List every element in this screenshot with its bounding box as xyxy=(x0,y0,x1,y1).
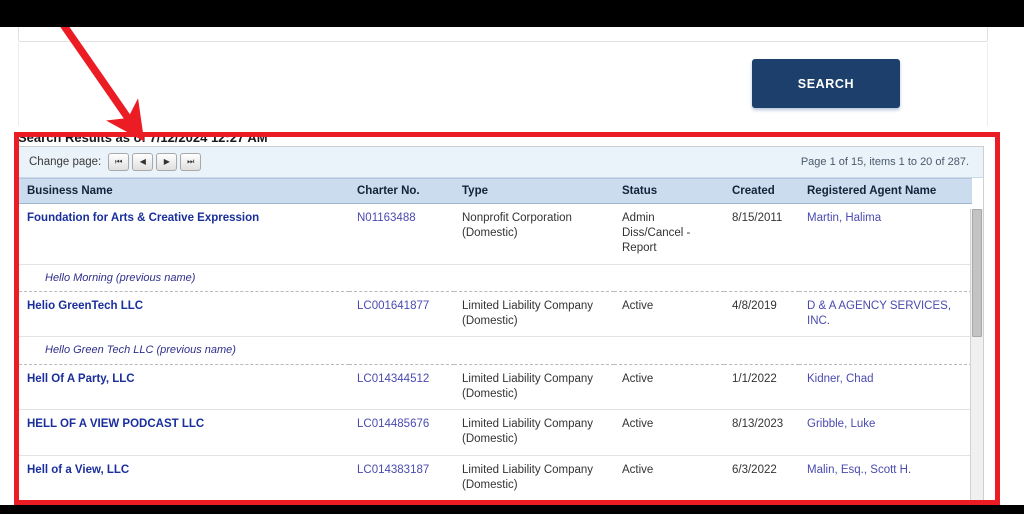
pagination-status: Page 1 of 15, items 1 to 20 of 287. xyxy=(800,156,969,168)
cell-charter-no: LC014383187 xyxy=(349,455,454,501)
scrollbar-thumb[interactable] xyxy=(972,209,982,337)
cell-type: Limited Liability Company (Domestic) xyxy=(454,291,614,338)
cell-type: Nonprofit Corporation (Domestic) xyxy=(454,203,614,265)
change-page-label: Change page: xyxy=(29,156,102,168)
results-table-scroll-area: Business Name Charter No. Type Status Cr… xyxy=(19,178,983,507)
cell-registered-agent: Gribble, Luke xyxy=(799,409,972,456)
search-results-heading: Search Results as of 7/12/2024 12:27 AM xyxy=(18,130,268,145)
cell-created: 6/3/2022 xyxy=(724,455,799,501)
previous-name-row: Hello Green Tech LLC (previous name) xyxy=(19,336,972,365)
cell-business-name: Foundation for Arts & Creative Expressio… xyxy=(19,203,349,265)
cell-registered-agent-link[interactable]: Malin, Esq., Scott H. xyxy=(807,464,911,476)
previous-name-text: Hello Green Tech LLC (previous name) xyxy=(19,336,972,365)
cell-business-name: Hell of a View, LLC xyxy=(19,455,349,501)
cell-registered-agent-link[interactable]: Martin, Halima xyxy=(807,212,881,224)
cell-registered-agent: Malin, Esq., Scott H. xyxy=(799,455,972,501)
column-header-business-name[interactable]: Business Name xyxy=(19,178,349,204)
cell-registered-agent-link[interactable]: Kidner, Chad xyxy=(807,373,874,385)
cell-business-name-link[interactable]: HELL OF A VIEW PODCAST LLC xyxy=(27,418,204,430)
cell-charter-no-link[interactable]: LC014383187 xyxy=(357,464,429,476)
cell-charter-no-link[interactable]: LC014344512 xyxy=(357,373,429,385)
cell-business-name-link[interactable]: Hell of a View, LLC xyxy=(27,464,129,476)
cell-created: 8/15/2011 xyxy=(724,203,799,265)
last-page-icon[interactable]: ⏭ xyxy=(180,153,202,171)
column-header-type[interactable]: Type xyxy=(454,178,614,204)
cell-charter-no: N01163488 xyxy=(349,203,454,265)
cell-type: Limited Liability Company (Domestic) xyxy=(454,364,614,411)
cell-status: Active xyxy=(614,409,724,456)
cell-registered-agent: Kidner, Chad xyxy=(799,364,972,411)
page-content: g SEARCH Search Results as of 7/12/2024 … xyxy=(0,0,1024,514)
column-header-created[interactable]: Created xyxy=(724,178,799,204)
results-table-header: Business Name Charter No. Type Status Cr… xyxy=(19,178,972,204)
cell-business-name-link[interactable]: Helio GreenTech LLC xyxy=(27,300,143,312)
cell-registered-agent: D & A AGENCY SERVICES, INC. xyxy=(799,291,972,338)
next-page-icon[interactable]: ▶ xyxy=(156,153,178,171)
cell-registered-agent-link[interactable]: D & A AGENCY SERVICES, INC. xyxy=(807,300,951,327)
cell-status: Active xyxy=(614,291,724,338)
column-header-charter-no[interactable]: Charter No. xyxy=(349,178,454,204)
pagination-controls: Change page: ⏮ ◀ ▶ ⏭ xyxy=(29,153,202,171)
previous-name-text: Hello Morning (previous name) xyxy=(19,263,972,293)
cell-status: Admin Diss/Cancel - Report xyxy=(614,203,724,265)
previous-name-row: Hello Morning (previous name) xyxy=(19,263,972,293)
cell-charter-no: LC014485676 xyxy=(349,409,454,456)
cell-charter-no: LC014344512 xyxy=(349,364,454,411)
cell-charter-no-link[interactable]: LC014485676 xyxy=(357,418,429,430)
search-results-panel: Change page: ⏮ ◀ ▶ ⏭ Page 1 of 15, items… xyxy=(18,146,984,508)
table-row[interactable]: Hell of a View, LLC LC014383187 Limited Li… xyxy=(19,455,972,501)
cell-business-name: HELL OF A VIEW PODCAST LLC xyxy=(19,409,349,456)
cell-business-name-link[interactable]: Foundation for Arts & Creative Expressio… xyxy=(27,212,259,224)
previous-page-icon[interactable]: ◀ xyxy=(132,153,154,171)
cell-created: 8/13/2023 xyxy=(724,409,799,456)
results-table: Business Name Charter No. Type Status Cr… xyxy=(19,178,972,507)
cell-status: Active xyxy=(614,455,724,501)
screenshot-root: g SEARCH Search Results as of 7/12/2024 … xyxy=(0,0,1024,514)
search-action-strip: SEARCH xyxy=(18,43,988,126)
first-page-icon[interactable]: ⏮ xyxy=(108,153,130,171)
results-table-body: Foundation for Arts & Creative Expressio… xyxy=(19,203,972,507)
pagination-button-group: ⏮ ◀ ▶ ⏭ xyxy=(108,153,202,171)
table-row[interactable]: Foundation for Arts & Creative Expressio… xyxy=(19,203,972,265)
table-row[interactable]: Hell Of A Party, LLC LC014344512 Limited L… xyxy=(19,364,972,411)
viewport-top-mask xyxy=(0,0,1024,27)
cell-business-name: Helio GreenTech LLC xyxy=(19,291,349,338)
cell-status: Active xyxy=(614,364,724,411)
pagination-toolbar: Change page: ⏮ ◀ ▶ ⏭ Page 1 of 15, items… xyxy=(19,147,983,178)
cell-charter-no-link[interactable]: N01163488 xyxy=(357,212,416,224)
cell-registered-agent: Martin, Halima xyxy=(799,203,972,265)
cell-created: 1/1/2022 xyxy=(724,364,799,411)
cell-charter-no: LC001641877 xyxy=(349,291,454,338)
cell-created: 4/8/2019 xyxy=(724,291,799,338)
table-header-row: Business Name Charter No. Type Status Cr… xyxy=(19,178,972,204)
table-row[interactable]: HELL OF A VIEW PODCAST LLC LC014485676 Lim… xyxy=(19,409,972,456)
table-row[interactable]: Helio GreenTech LLC LC001641877 Limited Li… xyxy=(19,291,972,338)
cell-charter-no-link[interactable]: LC001641877 xyxy=(357,300,429,312)
cell-registered-agent-link[interactable]: Gribble, Luke xyxy=(807,418,875,430)
column-header-registered-agent[interactable]: Registered Agent Name xyxy=(799,178,972,204)
results-vertical-scrollbar[interactable] xyxy=(970,209,983,507)
cell-business-name-link[interactable]: Hell Of A Party, LLC xyxy=(27,373,135,385)
cell-type: Limited Liability Company (Domestic) xyxy=(454,409,614,456)
cell-business-name: Hell Of A Party, LLC xyxy=(19,364,349,411)
viewport-bottom-mask xyxy=(0,505,1024,514)
cell-type: Limited Liability Company (Domestic) xyxy=(454,455,614,501)
search-button[interactable]: SEARCH xyxy=(752,59,900,108)
column-header-status[interactable]: Status xyxy=(614,178,724,204)
